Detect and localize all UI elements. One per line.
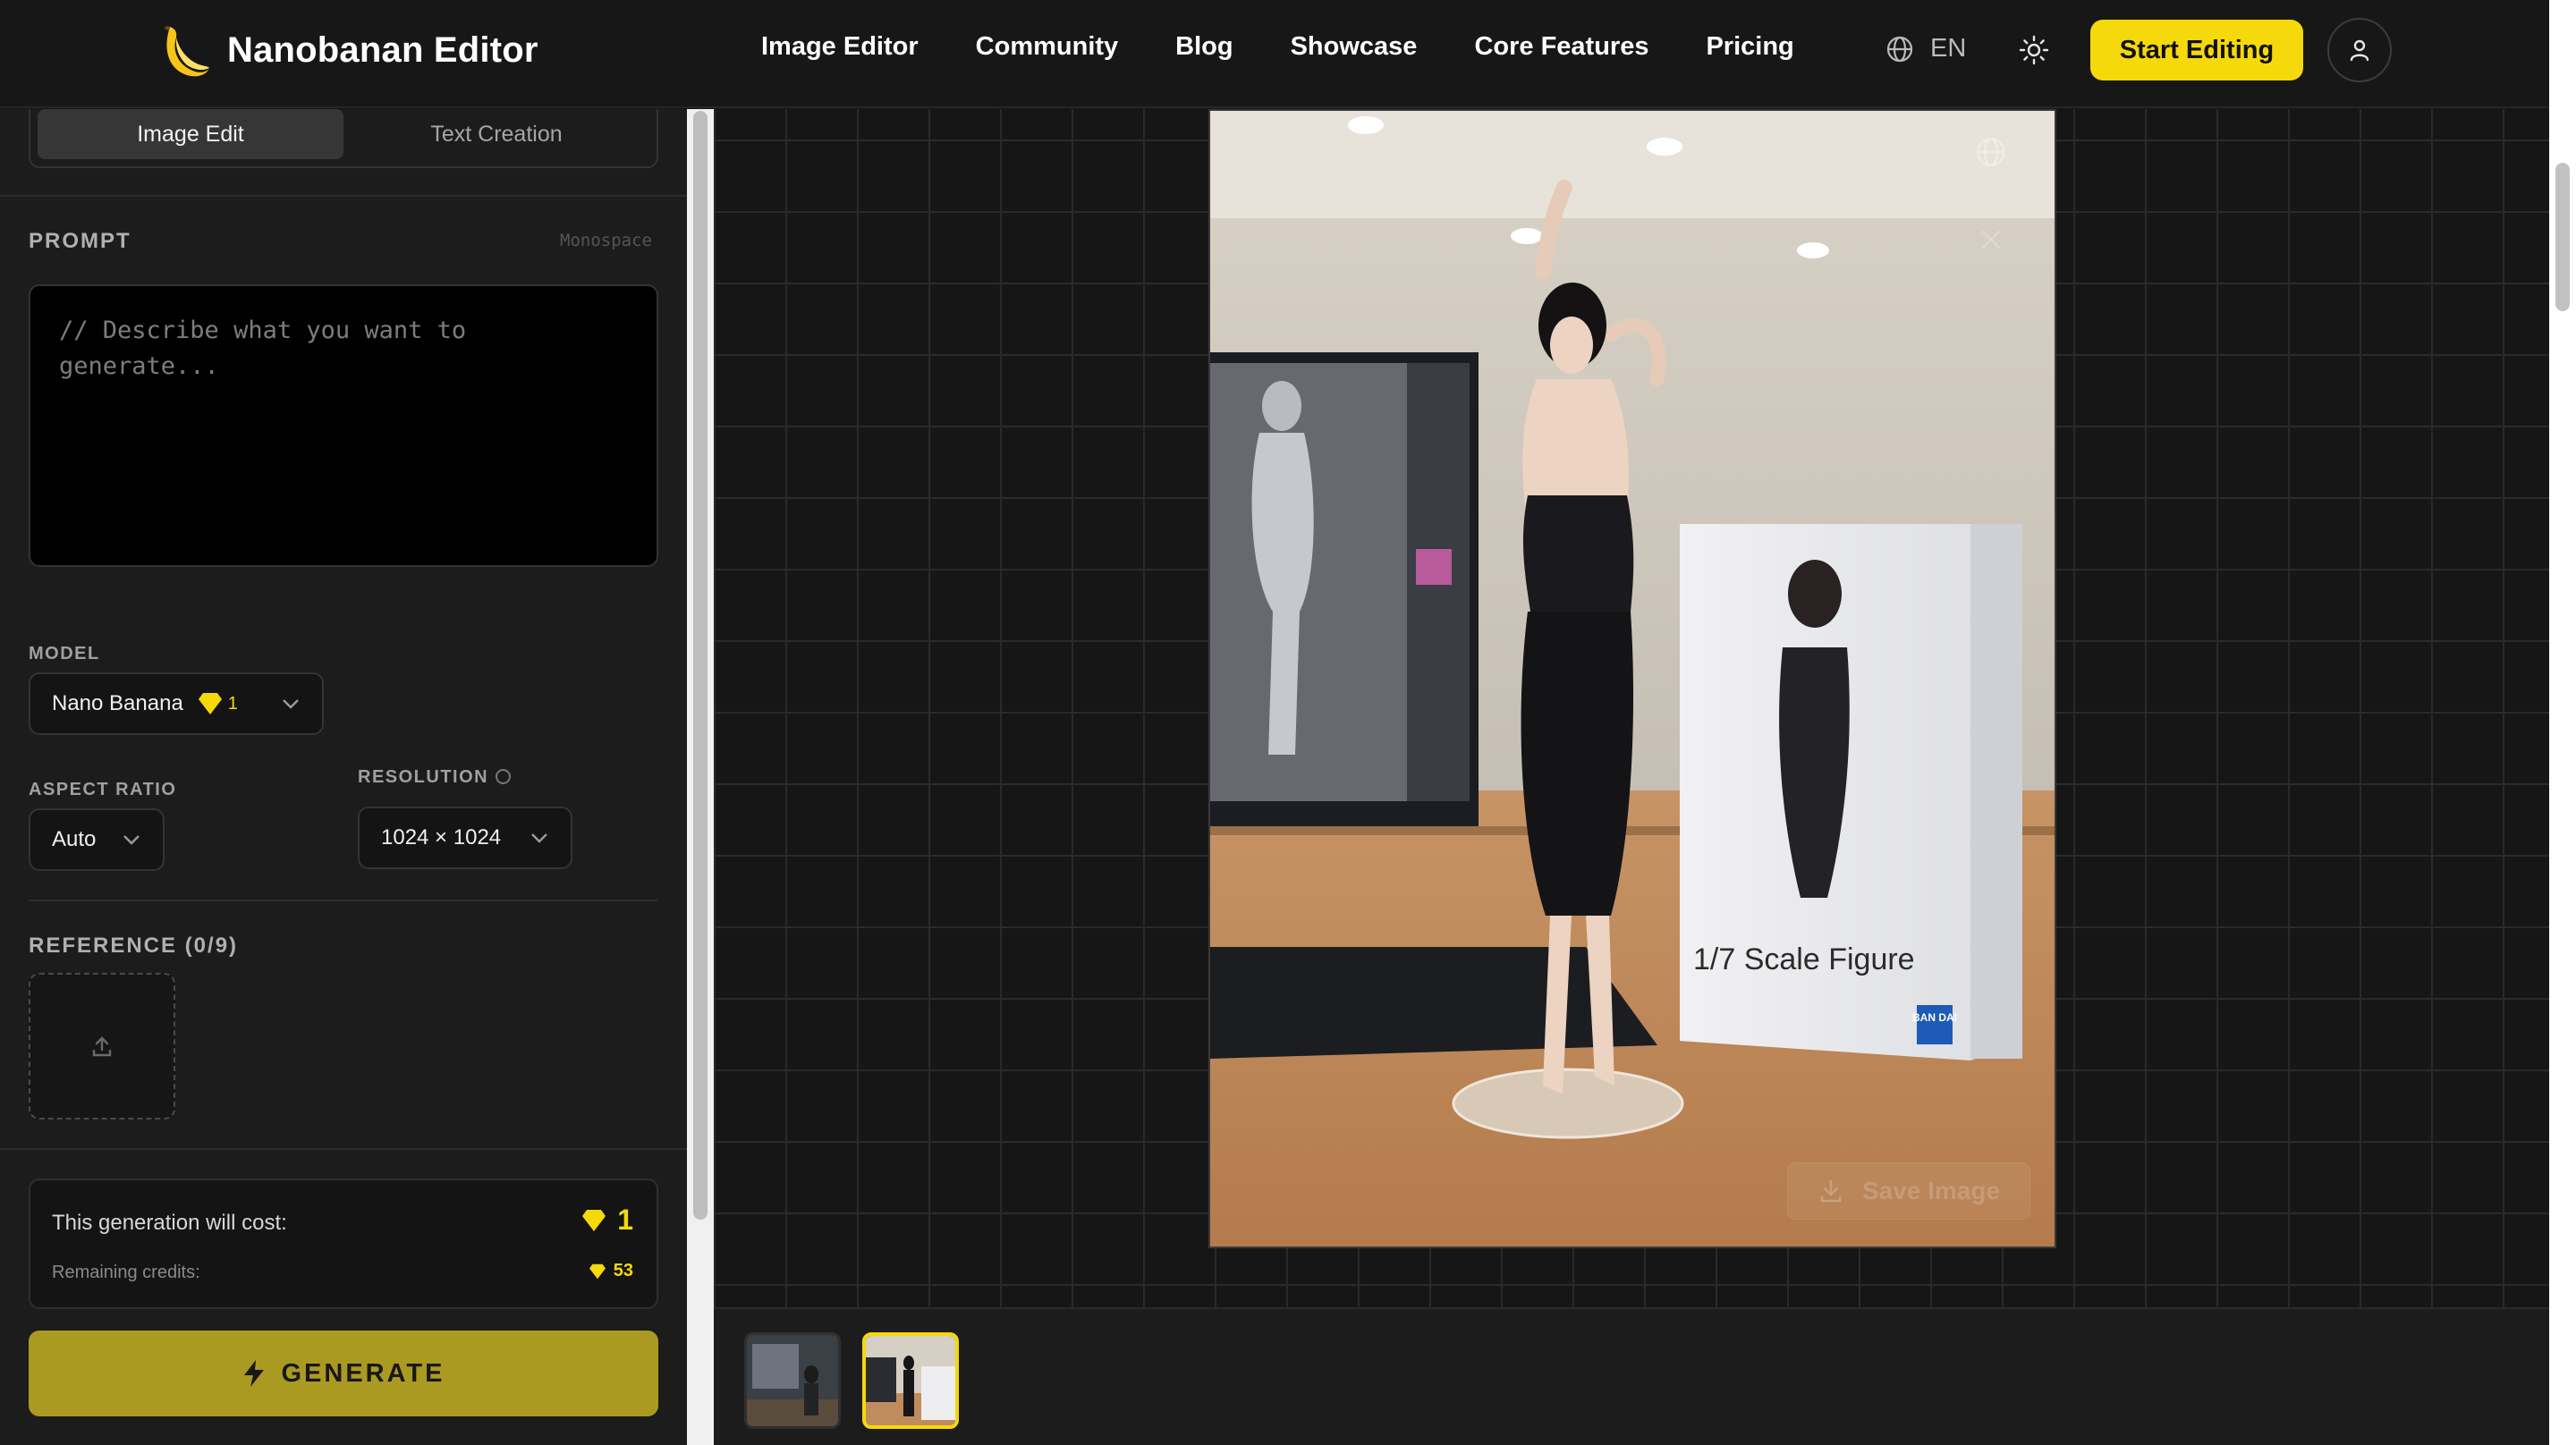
cost-summary: This generation will cost: 1 Remaining c… [29, 1179, 658, 1309]
thumbnail-image [747, 1335, 838, 1426]
globe-icon[interactable] [1975, 136, 2007, 168]
remaining-amount: 53 [613, 1261, 633, 1280]
save-image-button[interactable]: Save Image [1787, 1162, 2030, 1220]
save-image-label: Save Image [1861, 1177, 2001, 1204]
sidebar-scroll-thumb[interactable] [693, 111, 708, 1220]
user-account-button[interactable] [2327, 18, 2392, 82]
model-select[interactable]: Nano Banana 1 [29, 672, 324, 735]
tab-image-edit[interactable]: Image Edit [38, 109, 343, 159]
brand[interactable]: Nanobanan Editor [157, 21, 538, 79]
cost-label: This generation will cost: [52, 1211, 287, 1235]
sidebar-panel: Image Edit Text Creation PROMPT Monospac… [0, 109, 687, 1445]
aspect-ratio-select[interactable]: Auto [29, 808, 165, 871]
chevron-down-icon [283, 699, 299, 709]
page-scroll-thumb[interactable] [2555, 163, 2570, 311]
gem-icon [589, 1263, 606, 1279]
divider [0, 1148, 687, 1150]
prompt-input[interactable] [29, 284, 658, 567]
main-nav: Image Editor Community Blog Showcase Cor… [761, 32, 1852, 62]
divider [0, 195, 687, 197]
tab-text-creation[interactable]: Text Creation [343, 109, 649, 159]
brand-name: Nanobanan Editor [227, 30, 538, 70]
nav-community[interactable]: Community [976, 32, 1119, 62]
reference-upload[interactable] [29, 973, 175, 1120]
chevron-down-icon [123, 835, 140, 845]
prompt-label: PROMPT [29, 229, 131, 253]
reference-label: REFERENCE (0/9) [29, 934, 239, 958]
nav-blog[interactable]: Blog [1175, 32, 1233, 62]
language-code: EN [1930, 34, 1967, 63]
divider [29, 900, 658, 901]
aspect-ratio-value: Auto [52, 827, 97, 851]
result-image: 1/7 Scale Figure BAN DAI [1208, 109, 2056, 1248]
nav-showcase[interactable]: Showcase [1291, 32, 1418, 62]
model-value: Nano Banana [52, 691, 183, 715]
gem-icon [582, 1209, 606, 1231]
resolution-value: 1024 × 1024 [381, 825, 502, 849]
model-cost: 1 [198, 692, 238, 715]
gem-icon [198, 693, 222, 714]
history-thumbnail[interactable] [744, 1332, 841, 1429]
info-icon[interactable] [496, 769, 512, 784]
resolution-label-text: RESOLUTION [358, 767, 489, 787]
download-icon [1820, 1179, 1842, 1203]
nav-pricing[interactable]: Pricing [1706, 32, 1793, 62]
history-strip [714, 1307, 2549, 1445]
history-thumbnail-selected[interactable] [862, 1332, 959, 1429]
globe-icon [1886, 36, 1913, 62]
box-title: 1/7 Scale Figure [1693, 942, 1915, 976]
figure-photo: 1/7 Scale Figure BAN DAI [1210, 111, 2055, 1246]
generate-label: GENERATE [281, 1358, 445, 1388]
theme-toggle[interactable] [2018, 34, 2050, 66]
model-cost-value: 1 [227, 693, 238, 714]
nav-core-features[interactable]: Core Features [1474, 32, 1648, 62]
cost-amount: 1 [617, 1204, 633, 1236]
box-brand: BAN DAI [1912, 1011, 1957, 1024]
user-icon [2350, 39, 2369, 62]
start-editing-button[interactable]: Start Editing [2090, 20, 2303, 80]
generate-button[interactable]: GENERATE [29, 1331, 658, 1416]
lightning-icon [243, 1360, 264, 1387]
close-icon[interactable] [1979, 227, 2004, 252]
upload-icon [92, 1036, 112, 1057]
chevron-down-icon [531, 833, 547, 843]
thumbnail-image [866, 1336, 955, 1425]
remaining-label: Remaining credits: [52, 1263, 200, 1282]
resolution-label: RESOLUTION [358, 767, 512, 788]
top-header: Nanobanan Editor Image Editor Community … [0, 0, 2549, 108]
sun-icon [2019, 35, 2049, 65]
font-hint[interactable]: Monospace [560, 231, 652, 250]
resolution-select[interactable]: 1024 × 1024 [358, 807, 572, 869]
language-switcher[interactable]: EN [1885, 34, 1966, 63]
banana-logo-icon [165, 26, 209, 77]
model-label: MODEL [29, 644, 100, 663]
cost-value: 1 [581, 1204, 633, 1237]
mode-tabs: Image Edit Text Creation [29, 109, 658, 168]
aspect-ratio-label: ASPECT RATIO [29, 780, 177, 799]
remaining-value: 53 [589, 1261, 633, 1281]
nav-image-editor[interactable]: Image Editor [761, 32, 919, 62]
